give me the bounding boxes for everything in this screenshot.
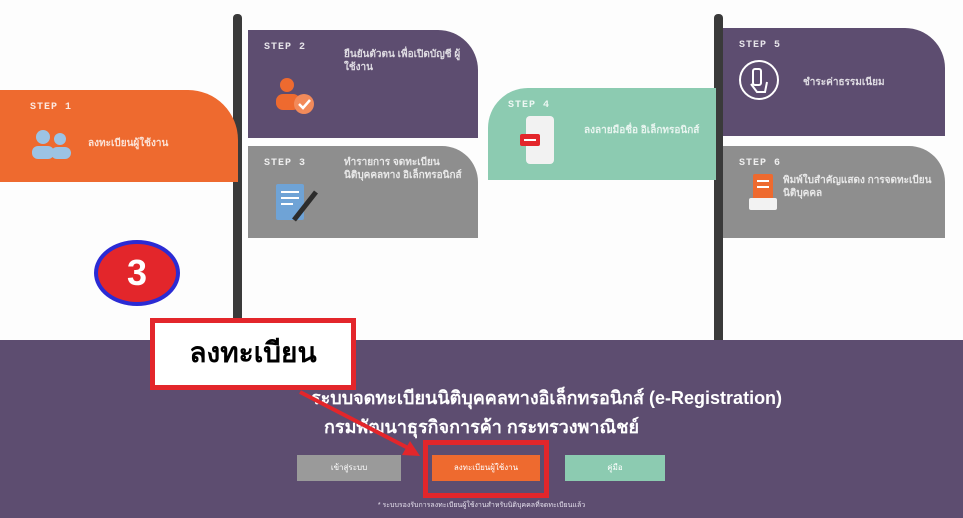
callout-label: ลงทะเบียน bbox=[150, 318, 356, 390]
step-number-badge: 3 bbox=[94, 240, 180, 306]
register-button-highlight bbox=[423, 440, 549, 498]
